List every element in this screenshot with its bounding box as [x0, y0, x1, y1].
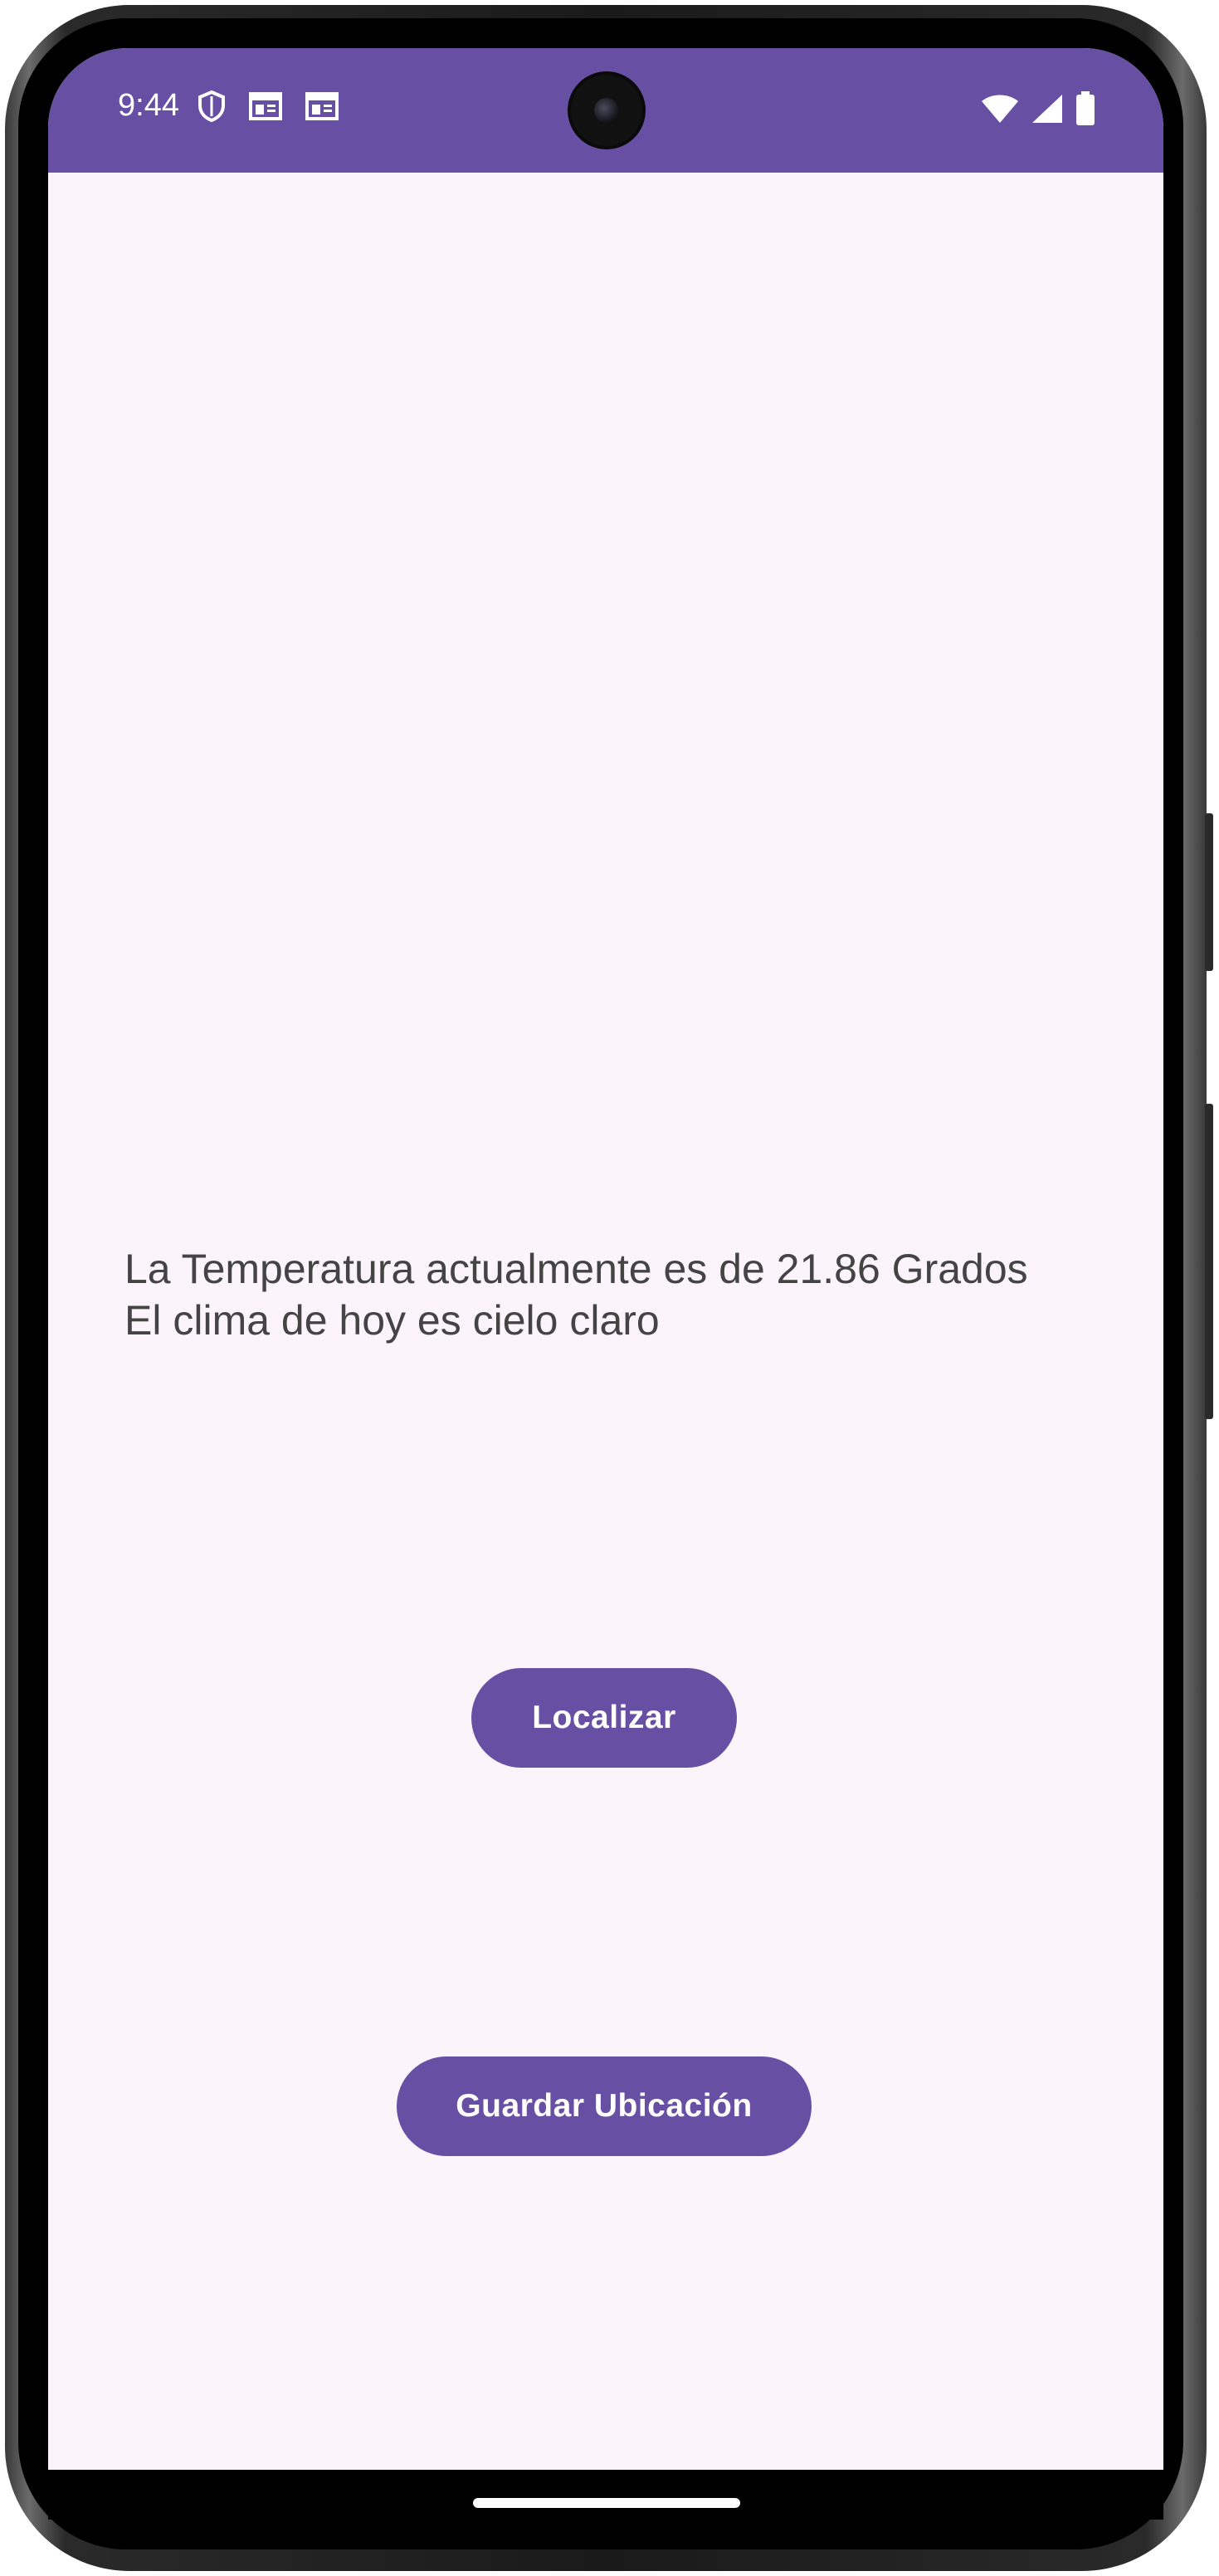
- shield-icon: [197, 90, 226, 127]
- status-bar: 9:44: [48, 48, 1163, 173]
- calendar-icon: [249, 91, 282, 125]
- app-screen: 9:44 La Temperatura actualmente es de 21…: [48, 48, 1163, 2470]
- phone-device: 9:44 La Temperatura actualmente es de 21…: [0, 0, 1219, 2576]
- guardar-ubicacion-button[interactable]: Guardar Ubicación: [397, 2056, 812, 2156]
- volume-button: [1205, 1104, 1213, 1419]
- status-system-icons: [981, 91, 1095, 130]
- status-notification-icons: [197, 90, 339, 127]
- localizar-button[interactable]: Localizar: [471, 1668, 737, 1768]
- calendar-icon: [305, 91, 339, 125]
- status-time: 9:44: [118, 88, 179, 123]
- temperature-text: La Temperatura actualmente es de 21.86 G…: [124, 1246, 1028, 1292]
- wifi-icon: [981, 93, 1019, 129]
- home-indicator[interactable]: [473, 2498, 740, 2508]
- front-camera: [571, 75, 642, 146]
- battery-icon: [1075, 91, 1095, 130]
- power-button: [1205, 813, 1213, 971]
- cell-signal-icon: [1031, 93, 1064, 129]
- weather-info: La Temperatura actualmente es de 21.86 G…: [124, 1243, 1028, 1346]
- navigation-bar: [48, 2470, 1163, 2520]
- weather-condition-text: El clima de hoy es cielo claro: [124, 1297, 660, 1344]
